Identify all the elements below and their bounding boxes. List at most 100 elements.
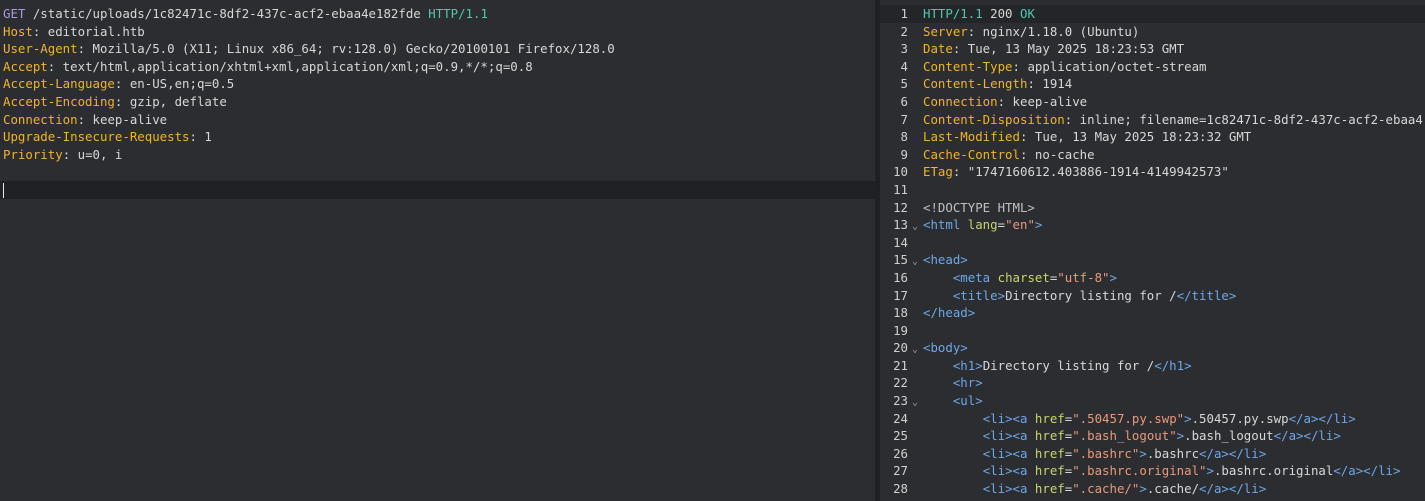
line-number: 4 — [900, 58, 908, 74]
request-header-line[interactable]: Priority: u=0, i — [0, 146, 875, 164]
code-token: ".bashrc.original" — [1072, 463, 1207, 479]
response-line[interactable]: 2 Server: nginx/1.18.0 (Ubuntu) — [880, 23, 1425, 41]
response-line[interactable]: 27 <li><a href=".bashrc.original">.bashr… — [880, 462, 1425, 480]
request-header-line[interactable]: User-Agent: Mozilla/5.0 (X11; Linux x86_… — [0, 40, 875, 58]
request-header-line[interactable]: Host: editorial.htb — [0, 23, 875, 41]
response-line[interactable]: 21 <h1>Directory listing for /</h1> — [880, 357, 1425, 375]
header-value: : text/html,application/xhtml+xml,applic… — [47, 58, 533, 74]
line-number: 13 — [893, 217, 908, 233]
line-number: 5 — [900, 76, 908, 92]
request-header-line[interactable]: Accept-Language: en-US,en;q=0.5 — [0, 75, 875, 93]
code-token: <meta — [952, 269, 998, 285]
request-body-line[interactable] — [0, 180, 875, 199]
code-token: <!DOCTYPE HTML> — [923, 199, 1035, 215]
line-number: 8 — [900, 129, 908, 145]
response-line[interactable]: 4 Content-Type: application/octet-stream — [880, 58, 1425, 76]
code-token: ".bash_logout" — [1072, 428, 1177, 444]
line-number: 23 — [893, 393, 908, 409]
request-header-line[interactable]: Upgrade-Insecure-Requests: 1 — [0, 128, 875, 146]
line-number: 10 — [893, 164, 908, 180]
code-token: </head> — [923, 305, 976, 321]
line-number: 14 — [893, 234, 908, 250]
line-number: 26 — [893, 445, 908, 461]
response-line[interactable]: 20 ⌄ <body> — [880, 339, 1425, 357]
code-token: : Tue, 13 May 2025 18:23:53 GMT — [952, 41, 1185, 57]
response-line[interactable]: 10 ETag: "1747160612.403886-1914-41499425… — [880, 163, 1425, 181]
response-line[interactable]: 16 <meta charset="utf-8"> — [880, 269, 1425, 287]
response-line[interactable]: 13 ⌄ <html lang="en"> — [880, 216, 1425, 234]
code-token: Directory listing for / — [1005, 287, 1177, 303]
line-number: 16 — [893, 269, 908, 285]
response-line[interactable]: 5 Content-Length: 1914 — [880, 75, 1425, 93]
response-viewer[interactable]: 1 HTTP/1.1 200 OK 2 Server: nginx/1.18.0 (U… — [880, 0, 1425, 501]
code-token: OK — [1019, 6, 1035, 21]
code-token: > — [1176, 428, 1185, 444]
code-token: href — [1034, 445, 1065, 461]
request-editor[interactable]: GET /static/uploads/1c82471c-8df2-437c-a… — [0, 0, 875, 501]
response-line[interactable]: 14 — [880, 234, 1425, 252]
response-line[interactable]: 8 Last-Modified: Tue, 13 May 2025 18:23:3… — [880, 128, 1425, 146]
line-number: 17 — [893, 287, 908, 303]
code-token: <hr> — [952, 375, 983, 391]
response-line[interactable]: 24 <li><a href=".50457.py.swp">.50457.py… — [880, 410, 1425, 428]
code-token: <html — [923, 217, 968, 233]
request-version: HTTP/1.1 — [428, 6, 488, 21]
response-lines: 1 HTTP/1.1 200 OK 2 Server: nginx/1.18.0 (U… — [880, 5, 1425, 498]
code-token: = — [997, 217, 1006, 233]
header-value: : gzip, deflate — [114, 93, 227, 109]
response-line[interactable]: 25 <li><a href=".bash_logout">.bash_logo… — [880, 427, 1425, 445]
line-number: 18 — [893, 305, 908, 321]
request-header-line[interactable]: Accept-Encoding: gzip, deflate — [0, 93, 875, 111]
response-line[interactable]: 11 — [880, 181, 1425, 199]
code-token: > — [1034, 217, 1043, 233]
header-name: Accept-Encoding — [3, 93, 115, 109]
response-line[interactable]: 1 HTTP/1.1 200 OK — [880, 5, 1425, 23]
response-line[interactable]: 17 <title>Directory listing for /</title… — [880, 287, 1425, 305]
code-token: : nginx/1.18.0 (Ubuntu) — [967, 23, 1140, 39]
header-value: : 1 — [189, 129, 212, 145]
code-token: <head> — [923, 252, 968, 268]
code-token: Content-Type — [923, 58, 1013, 74]
request-header-line[interactable]: Connection: keep-alive — [0, 111, 875, 129]
response-line[interactable]: 6 Connection: keep-alive — [880, 93, 1425, 111]
code-token: ".bashrc" — [1072, 445, 1140, 461]
code-token: .cache/ — [1146, 481, 1200, 497]
code-token: <body> — [923, 340, 968, 356]
code-token: > — [1109, 269, 1117, 285]
code-token: <li><a — [982, 428, 1035, 444]
code-token: Cache-Control — [923, 146, 1020, 162]
response-line[interactable]: 19 — [880, 322, 1425, 340]
request-header-line[interactable]: Accept: text/html,application/xhtml+xml,… — [0, 58, 875, 76]
header-value: : keep-alive — [77, 111, 168, 127]
code-token: .50457.py.swp — [1191, 410, 1289, 426]
code-token: HTTP/1.1 — [923, 6, 991, 21]
request-line[interactable]: GET /static/uploads/1c82471c-8df2-437c-a… — [0, 5, 875, 23]
code-token: <title> — [952, 287, 1006, 303]
code-token: > — [1184, 410, 1192, 426]
response-line[interactable]: 3 Date: Tue, 13 May 2025 18:23:53 GMT — [880, 40, 1425, 58]
line-number: 7 — [900, 111, 908, 127]
line-number: 15 — [893, 252, 908, 268]
response-line[interactable]: 22 <hr> — [880, 374, 1425, 392]
response-line[interactable]: 28 <li><a href=".cache/">.cache/</a></li… — [880, 480, 1425, 498]
response-line[interactable]: 12 <!DOCTYPE HTML> — [880, 199, 1425, 217]
response-line[interactable]: 26 <li><a href=".bashrc">.bashrc</a></li… — [880, 445, 1425, 463]
code-token: ".cache/" — [1072, 481, 1140, 497]
header-value: : u=0, i — [62, 146, 123, 162]
request-path: /static/uploads/1c82471c-8df2-437c-acf2-… — [25, 6, 429, 21]
code-token: Date — [923, 41, 953, 57]
response-line[interactable]: 9 Cache-Control: no-cache — [880, 146, 1425, 164]
code-token: </a></li> — [1199, 481, 1267, 497]
response-line[interactable]: 7 Content-Disposition: inline; filename=1… — [880, 111, 1425, 129]
response-line[interactable]: 15 ⌄ <head> — [880, 251, 1425, 269]
header-name: Upgrade-Insecure-Requests — [3, 129, 190, 145]
response-line[interactable]: 18 </head> — [880, 304, 1425, 322]
line-number: 24 — [893, 410, 908, 426]
code-token: Content-Length — [923, 76, 1028, 92]
response-line[interactable]: 23 ⌄ <ul> — [880, 392, 1425, 410]
